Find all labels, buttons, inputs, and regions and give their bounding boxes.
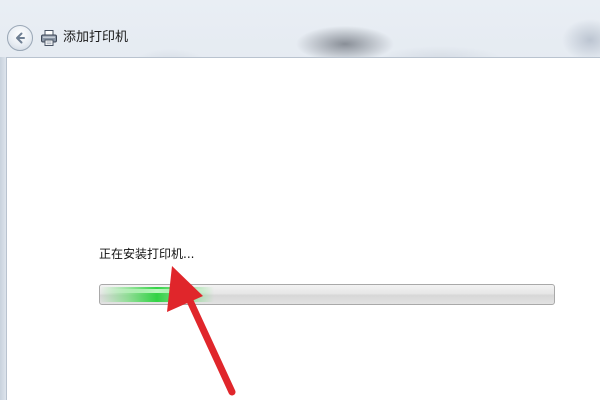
back-button[interactable]: [7, 25, 33, 51]
wizard-content-panel: [6, 57, 600, 400]
window-title: 添加打印机: [63, 30, 129, 45]
progress-glow: [100, 287, 214, 302]
back-arrow-icon: [16, 32, 25, 44]
status-message: 正在安装打印机...: [99, 247, 195, 261]
printer-icon: [41, 30, 57, 46]
install-progress-bar: [99, 284, 555, 305]
add-printer-window: 添加打印机 正在安装打印机...: [0, 0, 600, 400]
